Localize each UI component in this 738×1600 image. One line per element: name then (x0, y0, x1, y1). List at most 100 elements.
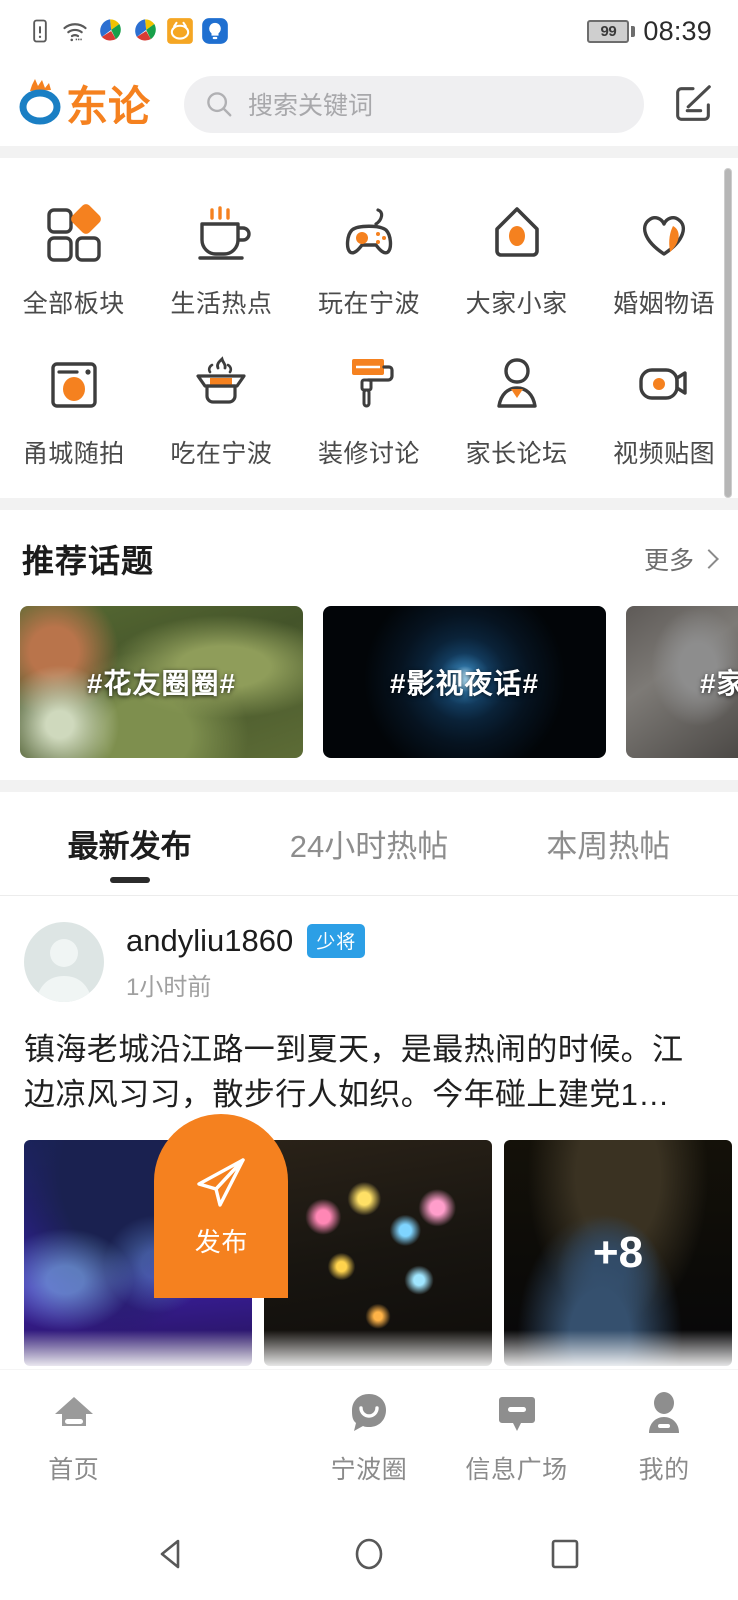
house-icon (486, 200, 548, 262)
section-title: 推荐话题 (22, 543, 155, 579)
post-author-row: andyliu1860 少将 (126, 923, 366, 959)
tab-label: 最新发布 (67, 829, 192, 864)
category-item-life-hotspot[interactable]: 生活热点 (148, 184, 296, 334)
compose-button[interactable] (660, 81, 716, 127)
nav-item-mine[interactable]: 我的 (590, 1370, 738, 1486)
nav-label: 信息广场 (465, 1456, 568, 1484)
post-author[interactable]: andyliu1860 (126, 923, 293, 959)
category-label: 生活热点 (170, 290, 273, 318)
topic-label: #花友圈圈# (86, 668, 237, 699)
nav-label: 宁波圈 (330, 1456, 408, 1484)
tab-weekly-hot[interactable]: 本周热帖 (489, 792, 728, 895)
app-badge-icon-1 (100, 19, 121, 41)
category-item-city-snaps[interactable]: 甬城随拍 (0, 334, 148, 484)
section-divider (0, 498, 738, 510)
app-logo[interactable]: 东论 (18, 78, 168, 130)
category-label: 全部板块 (22, 290, 125, 318)
post-image[interactable]: +8 (504, 1139, 732, 1366)
category-item-video-posts[interactable]: 视频贴图 (590, 334, 738, 484)
nav-label: 我的 (638, 1456, 690, 1484)
vertical-scrollbar[interactable] (724, 168, 732, 498)
post-timestamp: 1小时前 (126, 973, 212, 1001)
status-icons-right: 99 08:39 (587, 16, 712, 47)
search-bar[interactable]: 搜索关键词 (184, 75, 644, 133)
nav-item-home[interactable]: 首页 (0, 1370, 148, 1486)
tab-24h-hot[interactable]: 24小时热帖 (249, 792, 488, 895)
category-item-marriage[interactable]: 婚姻物语 (590, 184, 738, 334)
topic-label: #影视夜话# (389, 668, 540, 699)
gamepad-icon (338, 200, 400, 262)
post-image[interactable] (264, 1139, 492, 1366)
nav-item-publish[interactable]: 发布 (148, 1114, 296, 1390)
bottom-navigation: 首页 发布 宁波圈 信息广场 我的 (0, 1114, 738, 1508)
category-item-renovation[interactable]: 装修讨论 (295, 334, 443, 484)
category-label: 婚姻物语 (613, 290, 716, 318)
section-divider (0, 146, 738, 158)
tab-latest-posts[interactable]: 最新发布 (10, 792, 249, 895)
alarm-icon (167, 18, 193, 44)
status-bar: 99 08:39 (0, 0, 738, 62)
category-label: 玩在宁波 (317, 290, 420, 318)
coffee-cup-icon (190, 200, 252, 262)
category-item-eat-ningbo[interactable]: 吃在宁波 (148, 334, 296, 484)
feed-post[interactable]: andyliu1860 少将 1小时前 镇海老城沿江路一到夏天，是最热闹的时候。… (0, 896, 738, 1366)
status-badge: 少将 (307, 923, 366, 958)
video-icon (633, 350, 695, 412)
battery-cap (631, 25, 636, 37)
topic-card[interactable]: #花友圈圈# (20, 606, 303, 758)
app-badge-icon-2 (135, 19, 156, 41)
post-body-text: 镇海老城沿江路一到夏天，是最热闹的时候。江边凉风习习，散步行人如织。今年碰上建党… (24, 1032, 684, 1112)
topic-label: #家 (700, 668, 738, 699)
category-grid-row: 甬城随拍 吃在宁波 装修讨论 家长论坛 视频贴图 (0, 334, 738, 484)
category-item-all-boards[interactable]: 全部板块 (0, 184, 148, 334)
post-meta: andyliu1860 少将 1小时前 (126, 923, 366, 1002)
category-item-home-family[interactable]: 大家小家 (443, 184, 591, 334)
topic-card[interactable]: #家 (626, 606, 738, 758)
nav-label: 发布 (194, 1227, 248, 1257)
send-paper-plane-icon (190, 1158, 252, 1207)
category-grid-row: 全部板块 生活热点 玩在宁波 大家小家 婚姻物语 (0, 184, 738, 334)
back-button[interactable] (150, 1531, 196, 1577)
tab-label: 24小时热帖 (289, 829, 449, 864)
topics-carousel[interactable]: #花友圈圈# #影视夜话# #家 (0, 590, 738, 758)
topics-more-link[interactable]: 更多 (643, 541, 719, 577)
person-icon (486, 350, 548, 412)
flashlight-icon (202, 18, 228, 44)
sim-alert-icon (33, 19, 47, 43)
user-profile-icon (641, 1390, 687, 1436)
nav-label: 首页 (48, 1456, 100, 1484)
nav-item-ningbo-circle[interactable]: 宁波圈 (295, 1370, 443, 1486)
post-header: andyliu1860 少将 1小时前 (24, 922, 714, 1002)
dongluan-logo-icon: 东论 (19, 79, 151, 130)
publish-fab[interactable]: 发布 (154, 1114, 289, 1298)
compose-icon (676, 85, 711, 121)
wifi-icon (63, 23, 87, 42)
category-label: 大家小家 (465, 290, 568, 318)
square-recents-icon (551, 1539, 579, 1569)
camera-icon (43, 350, 105, 412)
category-grid: 全部板块 生活热点 玩在宁波 大家小家 婚姻物语 甬城随拍 吃在宁波 装修讨论 … (0, 158, 738, 498)
topic-card[interactable]: #影视夜话# (323, 606, 606, 758)
avatar-placeholder-icon (36, 939, 92, 1002)
triangle-back-icon (160, 1539, 180, 1569)
recommended-topics-section: 推荐话题 更多 #花友圈圈# #影视夜话# #家 (0, 510, 738, 780)
section-divider (0, 780, 738, 792)
category-label: 甬城随拍 (22, 440, 125, 468)
recents-button[interactable] (542, 1531, 588, 1577)
more-label: 更多 (643, 547, 694, 575)
message-board-icon (494, 1390, 540, 1436)
avatar[interactable] (24, 922, 104, 1002)
chat-bubble-icon (346, 1390, 392, 1436)
tab-label: 本周热帖 (546, 829, 671, 864)
search-icon (207, 92, 232, 117)
category-item-parents-forum[interactable]: 家长论坛 (443, 334, 591, 484)
topics-header: 推荐话题 更多 (0, 528, 738, 590)
home-button[interactable] (346, 1531, 392, 1577)
nav-item-info-plaza[interactable]: 信息广场 (443, 1370, 591, 1486)
svg-text:东论: 东论 (66, 83, 151, 130)
search-input[interactable]: 搜索关键词 (248, 86, 373, 122)
circle-home-icon (355, 1538, 383, 1570)
paint-roller-icon (338, 350, 400, 412)
chevron-right-icon (699, 549, 719, 569)
category-item-play-ningbo[interactable]: 玩在宁波 (295, 184, 443, 334)
